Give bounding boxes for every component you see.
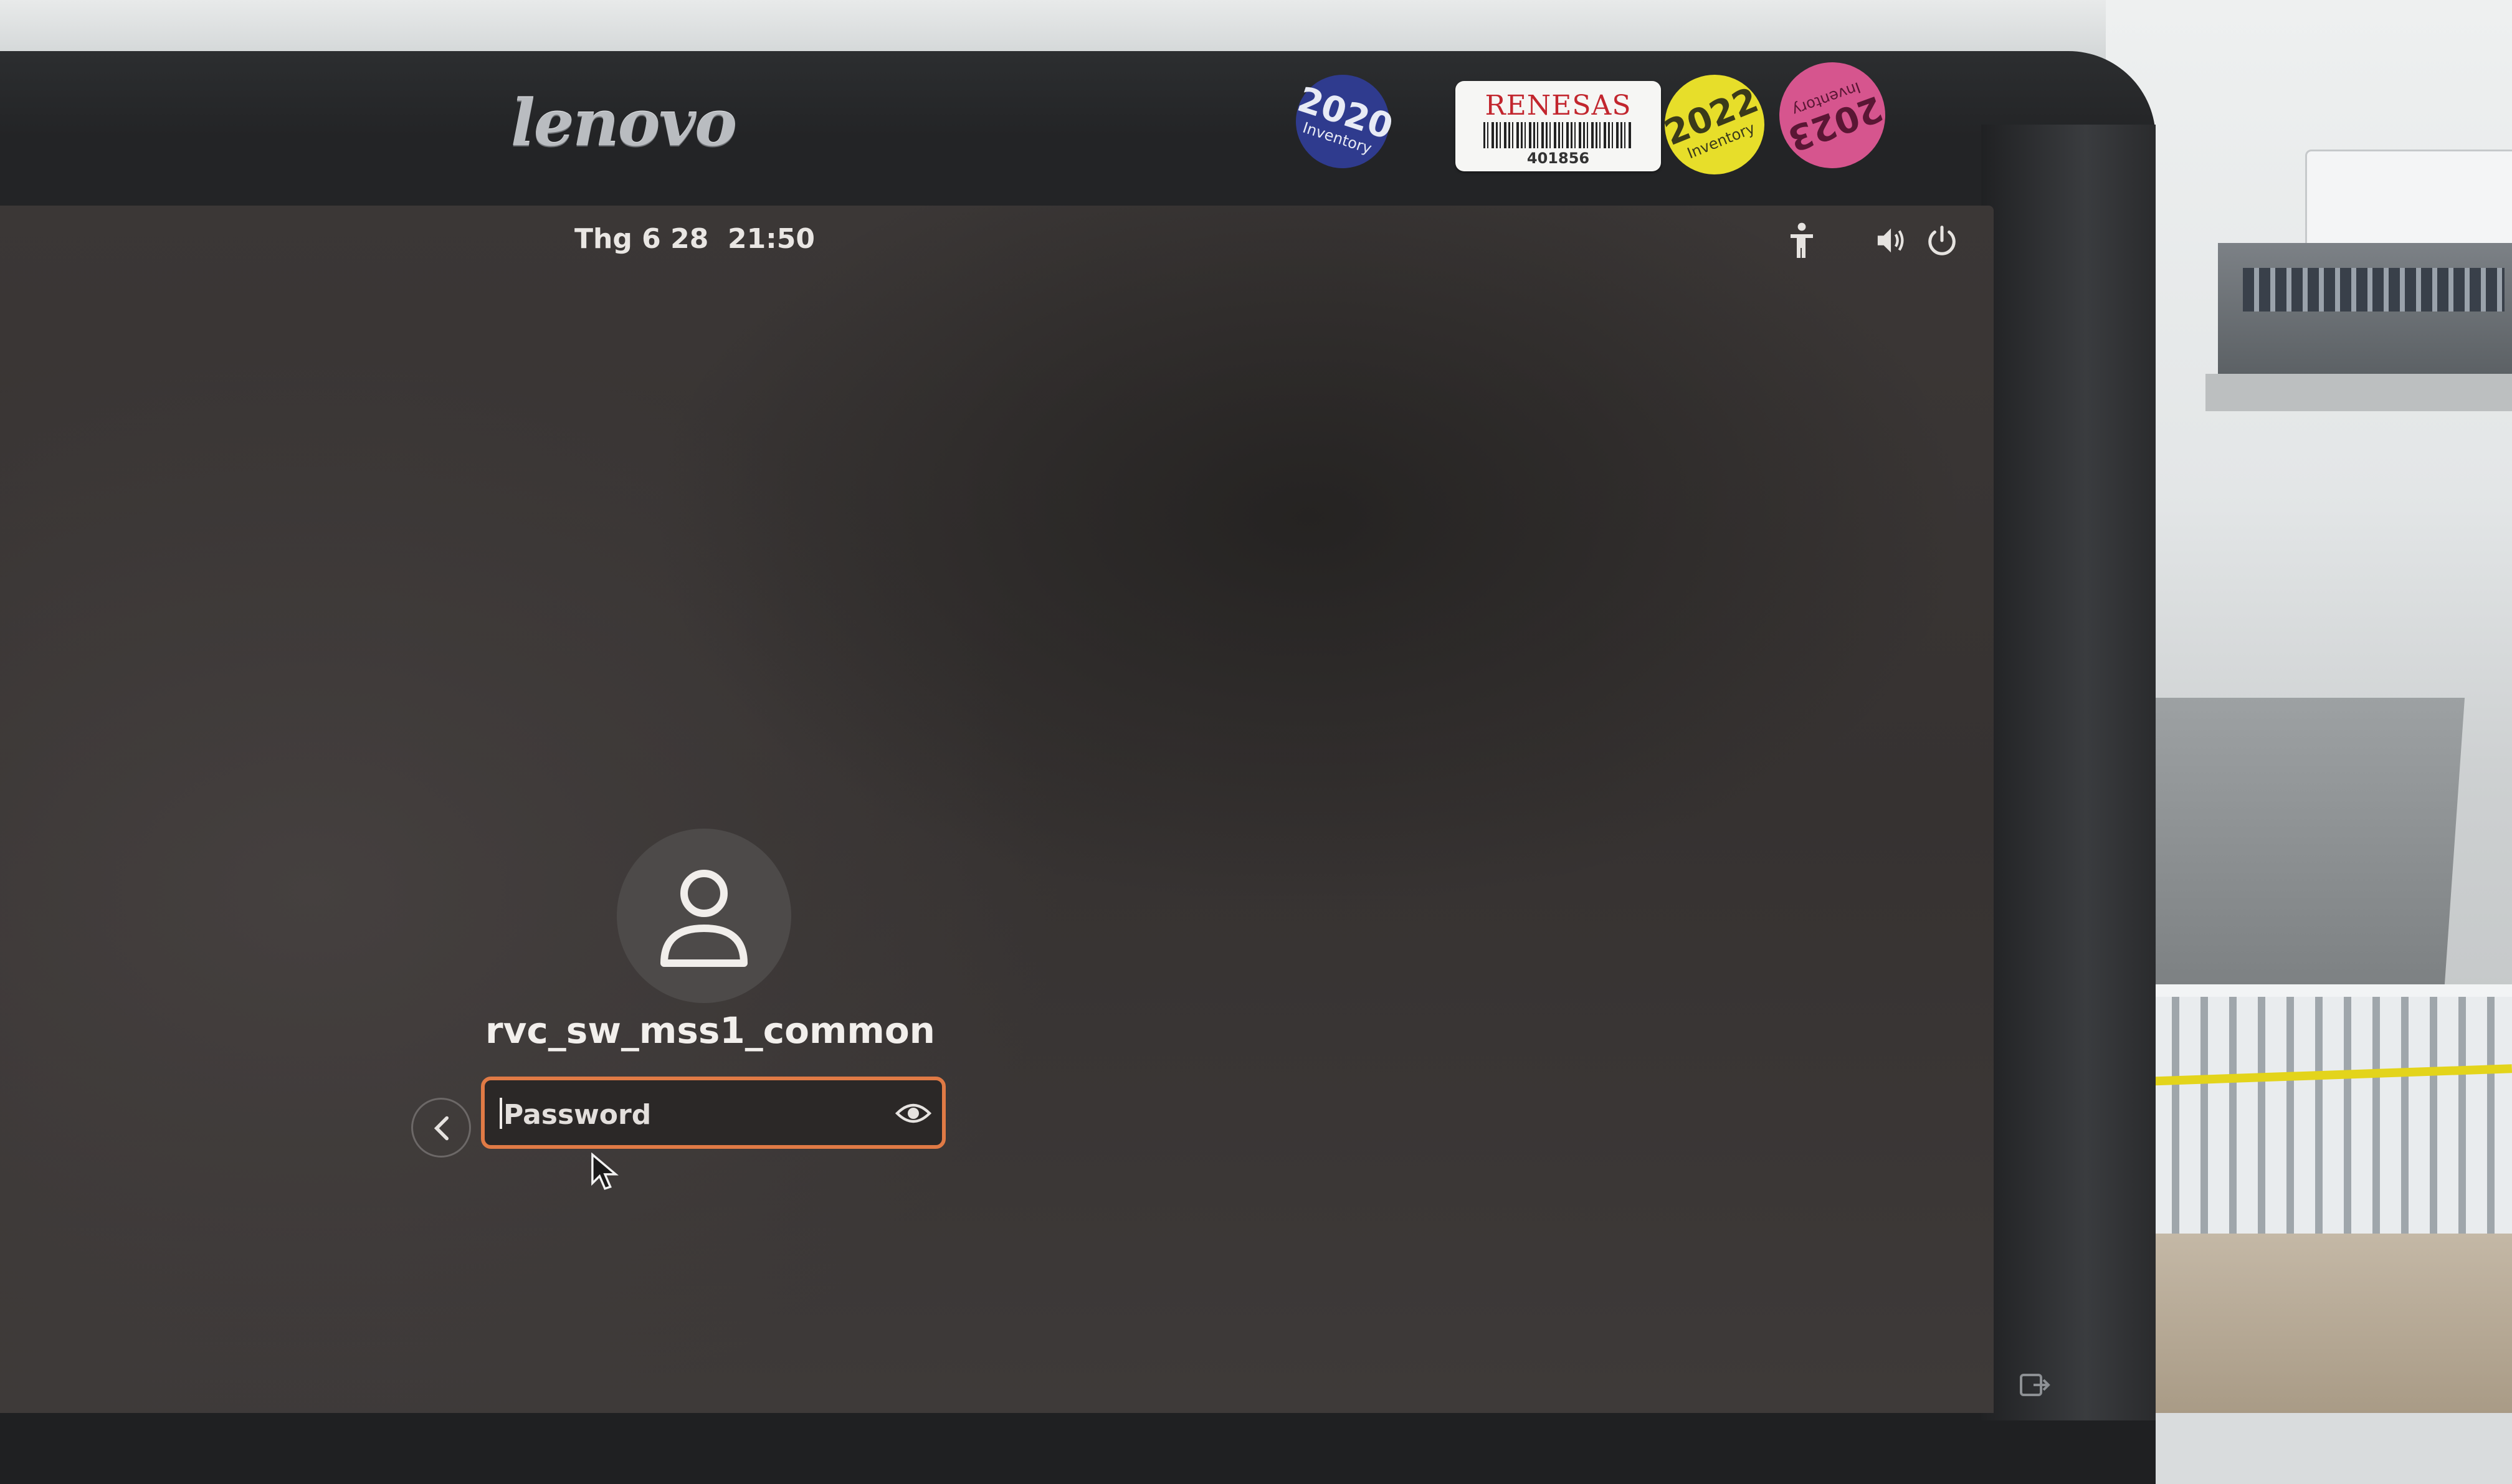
asset-tag-number: 401856 xyxy=(1526,150,1590,167)
chevron-left-icon xyxy=(434,1116,449,1141)
asset-tag-label: RENESAS 401856 xyxy=(1455,81,1661,171)
mouse-cursor-icon xyxy=(591,1153,619,1191)
login-screen: Thg 6 28 21:50 rvc_sw_mss1_common Passwo… xyxy=(0,206,1994,1413)
asset-tag-brand: RENESAS xyxy=(1485,90,1632,121)
monitor-input-icon xyxy=(2020,1374,2050,1396)
text-caret xyxy=(500,1098,502,1129)
password-placeholder: Password xyxy=(503,1099,652,1131)
background-monitor xyxy=(2305,150,2512,247)
lenovo-logo: lenovo xyxy=(511,86,737,161)
volume-icon[interactable] xyxy=(1875,224,1909,257)
back-button[interactable] xyxy=(411,1098,471,1158)
user-avatar-icon xyxy=(660,870,748,967)
switch-ports xyxy=(2243,268,2505,312)
barcode xyxy=(1483,122,1633,148)
background-shelf xyxy=(2205,374,2512,411)
top-bar-clock[interactable]: Thg 6 28 21:50 xyxy=(574,223,815,255)
user-avatar xyxy=(617,829,791,1003)
power-icon[interactable] xyxy=(1925,223,1959,258)
monitor-bezel-side xyxy=(1981,125,2156,1420)
password-field[interactable]: Password xyxy=(481,1077,946,1149)
eye-icon[interactable] xyxy=(895,1099,932,1128)
accessibility-icon[interactable] xyxy=(1787,222,1817,259)
cable-tray xyxy=(2093,997,2512,1246)
username-label: rvc_sw_mss1_common xyxy=(485,1009,935,1052)
